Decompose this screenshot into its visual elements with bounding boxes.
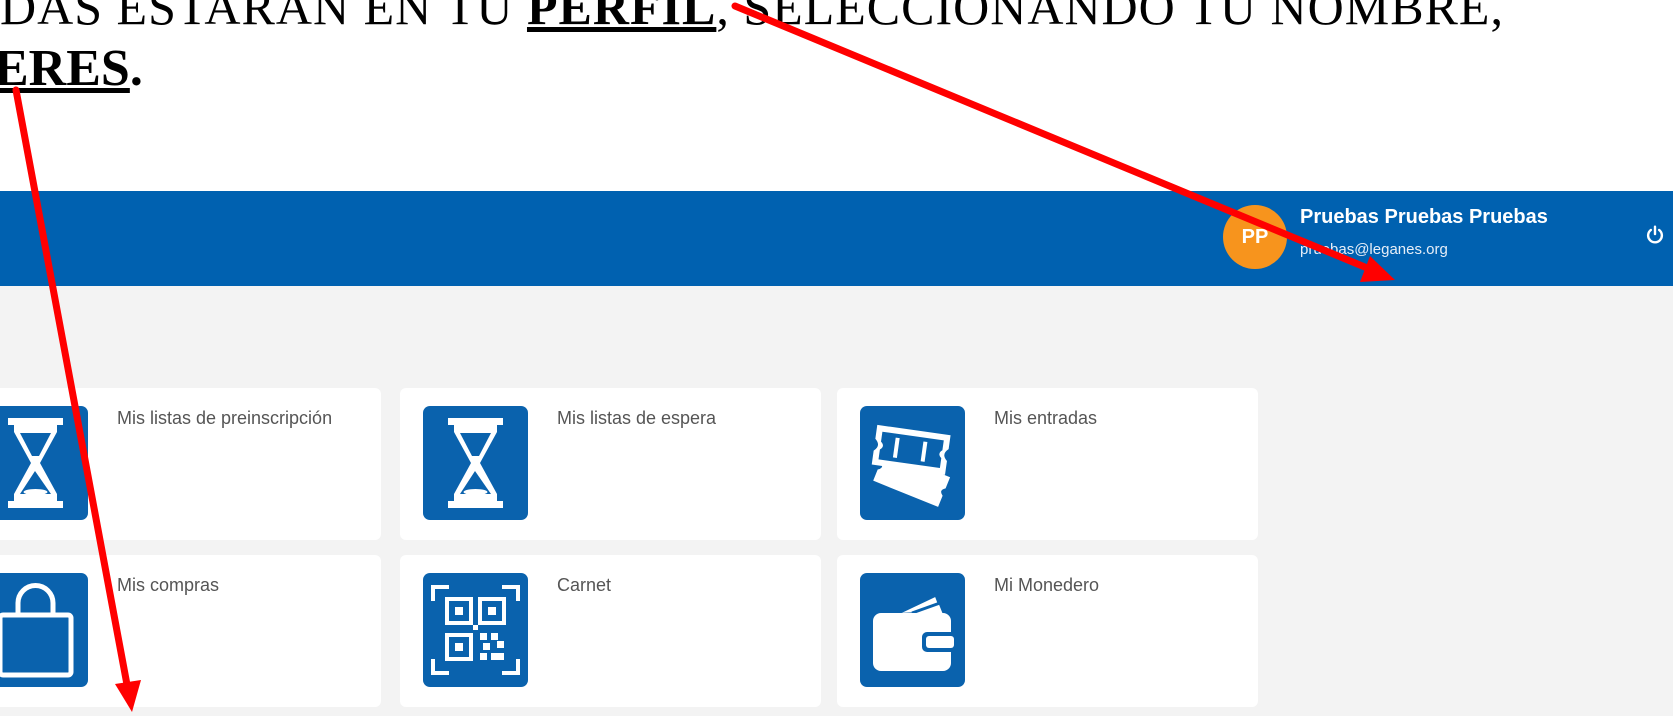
tile-label: Mis listas de espera xyxy=(557,408,717,428)
instruction-text: . xyxy=(129,40,143,97)
user-name[interactable]: Pruebas Pruebas Pruebas xyxy=(1300,206,1548,229)
instruction-keyword-perfil: PERFIL xyxy=(526,0,717,35)
shopping-bag-icon xyxy=(0,573,88,687)
instruction-line-2: ERES. xyxy=(0,38,143,100)
power-icon[interactable] xyxy=(1644,224,1666,246)
tile-label: Mis entradas xyxy=(994,408,1098,428)
qr-code-icon xyxy=(423,573,528,687)
hourglass-icon xyxy=(0,406,88,520)
user-email: pruebas@leganes.org xyxy=(1300,241,1448,258)
tile-mis-listas-preinscripcion[interactable]: Mis listas de preinscripción xyxy=(0,388,381,540)
tile-label: Mis listas de preinscripción xyxy=(117,408,333,428)
instruction-keyword: ERES xyxy=(0,40,130,97)
tile-label: Mis compras xyxy=(117,575,220,595)
tile-label: Carnet xyxy=(557,575,612,595)
tickets-icon xyxy=(860,406,965,520)
avatar[interactable]: PP xyxy=(1223,205,1287,269)
hourglass-icon xyxy=(423,406,528,520)
instruction-banner: DAS ESTARÁN EN TU PERFIL, SELECCIONANDO … xyxy=(0,0,1673,191)
instruction-line-1: DAS ESTARÁN EN TU PERFIL, SELECCIONANDO … xyxy=(0,0,1504,36)
tile-mis-compras[interactable]: Mis compras xyxy=(0,555,381,707)
instruction-text: DAS ESTARÁN EN TU xyxy=(0,0,527,35)
wallet-icon xyxy=(860,573,965,687)
tile-mis-entradas[interactable]: Mis entradas xyxy=(837,388,1258,540)
tile-carnet[interactable]: Carnet xyxy=(400,555,821,707)
instruction-text: , SELECCIONANDO TU NOMBRE, xyxy=(716,0,1504,35)
tile-mis-listas-espera[interactable]: Mis listas de espera xyxy=(400,388,821,540)
tile-label: Mi Monedero xyxy=(994,575,1100,595)
tile-mi-monedero[interactable]: Mi Monedero xyxy=(837,555,1258,707)
